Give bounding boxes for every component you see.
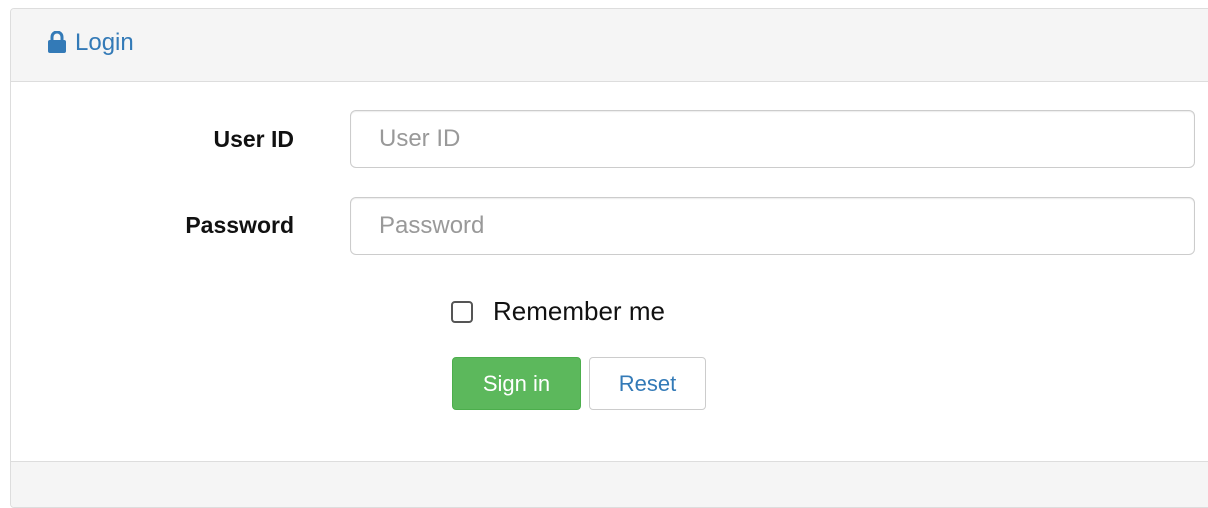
panel-heading: Login xyxy=(11,9,1208,82)
user-id-input[interactable] xyxy=(350,110,1195,168)
lock-icon xyxy=(47,31,67,53)
panel-title-text: Login xyxy=(75,29,134,56)
reset-button[interactable]: Reset xyxy=(589,357,706,410)
panel-footer xyxy=(11,461,1208,507)
remember-me-checkbox[interactable] xyxy=(451,300,473,323)
user-id-label: User ID xyxy=(213,126,294,152)
remember-me-label[interactable]: Remember me xyxy=(493,296,665,327)
sign-in-button[interactable]: Sign in xyxy=(452,357,581,410)
password-input[interactable] xyxy=(350,197,1195,255)
login-panel: Login User ID Password Remember me Sign … xyxy=(10,8,1208,508)
remember-me-row: Remember me xyxy=(451,296,665,327)
password-label: Password xyxy=(185,212,294,238)
panel-title: Login xyxy=(47,29,134,57)
